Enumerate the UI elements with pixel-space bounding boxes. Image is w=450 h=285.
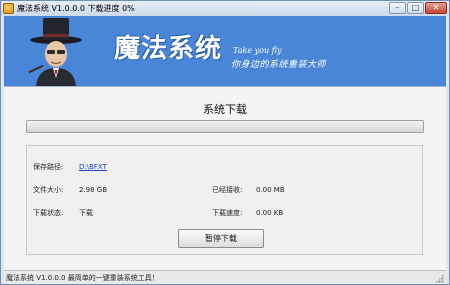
- banner-title: 魔法系统: [114, 34, 223, 64]
- resize-grip-icon[interactable]: [435, 274, 444, 283]
- banner: 魔法系统 Take you fly 你身边的系统重装大师: [4, 16, 446, 86]
- status-label: 下载状态:: [33, 209, 64, 217]
- speed-value: 0.00 KB: [256, 209, 284, 217]
- maximize-button[interactable]: □: [407, 2, 424, 14]
- status-bar: 魔法系统 V1.0.0.0 最简单的一键重装系统工具！: [4, 270, 446, 284]
- close-button[interactable]: ✕: [425, 2, 447, 14]
- wizard-mascot-icon: [26, 16, 86, 86]
- received-value: 0.00 MB: [256, 186, 285, 194]
- title-bar[interactable]: 魔法系统 V1.0.0.0 下载进度 0% – □ ✕: [1, 1, 449, 16]
- minimize-button[interactable]: –: [389, 2, 406, 14]
- main-window: 魔法系统 V1.0.0.0 下载进度 0% – □ ✕ 魔法系统 Take yo…: [0, 0, 450, 285]
- save-path-link[interactable]: D:\BFXT: [79, 163, 107, 172]
- pause-download-button[interactable]: 暂停下载: [178, 229, 264, 248]
- download-progress-bar: [26, 120, 424, 133]
- file-size-value: 2.98 GB: [79, 186, 108, 194]
- banner-slogan-cn: 你身边的系统重装大师: [231, 60, 327, 70]
- app-icon: [3, 3, 14, 14]
- window-title: 魔法系统 V1.0.0.0 下载进度 0%: [17, 4, 135, 13]
- banner-slogan-en: Take you fly: [233, 46, 282, 55]
- status-value: 下载: [79, 209, 93, 217]
- speed-label: 下载速度:: [212, 209, 243, 217]
- page-title: 系统下载: [203, 103, 247, 116]
- received-label: 已经接收:: [212, 186, 243, 194]
- status-bar-text: 魔法系统 V1.0.0.0 最简单的一键重装系统工具！: [6, 274, 159, 282]
- save-path-label: 保存路径:: [33, 163, 64, 171]
- file-size-label: 文件大小:: [33, 186, 64, 194]
- download-panel: 系统下载 保存路径: D:\BFXT 文件大小: 2.98 GB 已经接收: 0…: [4, 86, 446, 270]
